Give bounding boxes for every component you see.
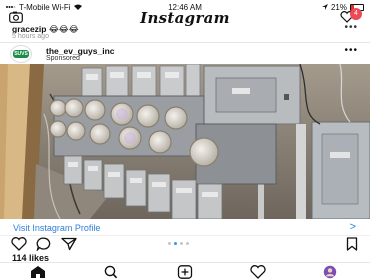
carousel-indicator [168, 242, 189, 245]
share-icon[interactable] [61, 237, 77, 251]
heart-icon[interactable] [11, 237, 27, 251]
avatar-logo-text: SUVS [13, 50, 29, 58]
home-icon[interactable] [28, 265, 48, 279]
save-icon[interactable] [344, 237, 360, 251]
notification-badge[interactable]: 4 [350, 8, 362, 20]
bottom-tab-bar [0, 262, 370, 280]
carousel-dot [180, 242, 183, 245]
post-image[interactable] [0, 64, 370, 219]
carousel-dot [186, 242, 189, 245]
add-icon[interactable] [175, 265, 195, 279]
comment-icon[interactable] [36, 237, 52, 251]
carousel-dot [168, 242, 171, 245]
visit-profile-cta[interactable]: Visit Instagram Profile > [0, 221, 370, 236]
divider [0, 42, 370, 43]
avatar[interactable]: SUVS [10, 45, 32, 63]
ellipsis-icon[interactable]: ••• [344, 45, 358, 56]
heart-icon[interactable] [248, 265, 268, 279]
chevron-right-icon[interactable]: > [350, 221, 356, 233]
previous-post-emoji: 😂😂😂 [48, 24, 79, 34]
app-header: Instagram 4 [0, 4, 370, 27]
meter-bank-photo [0, 64, 370, 219]
sponsored-label: Sponsored [46, 55, 80, 62]
profile-icon[interactable] [320, 265, 340, 279]
cta-label[interactable]: Visit Instagram Profile [13, 223, 100, 233]
carousel-dot-active [174, 242, 177, 245]
ellipsis-icon[interactable]: ••• [344, 22, 358, 33]
previous-post-time: 5 hours ago [12, 33, 49, 40]
search-icon[interactable] [101, 265, 121, 279]
post-actions [0, 237, 370, 251]
post-header: SUVS the_ev_guys_inc Sponsored ••• [0, 44, 370, 64]
